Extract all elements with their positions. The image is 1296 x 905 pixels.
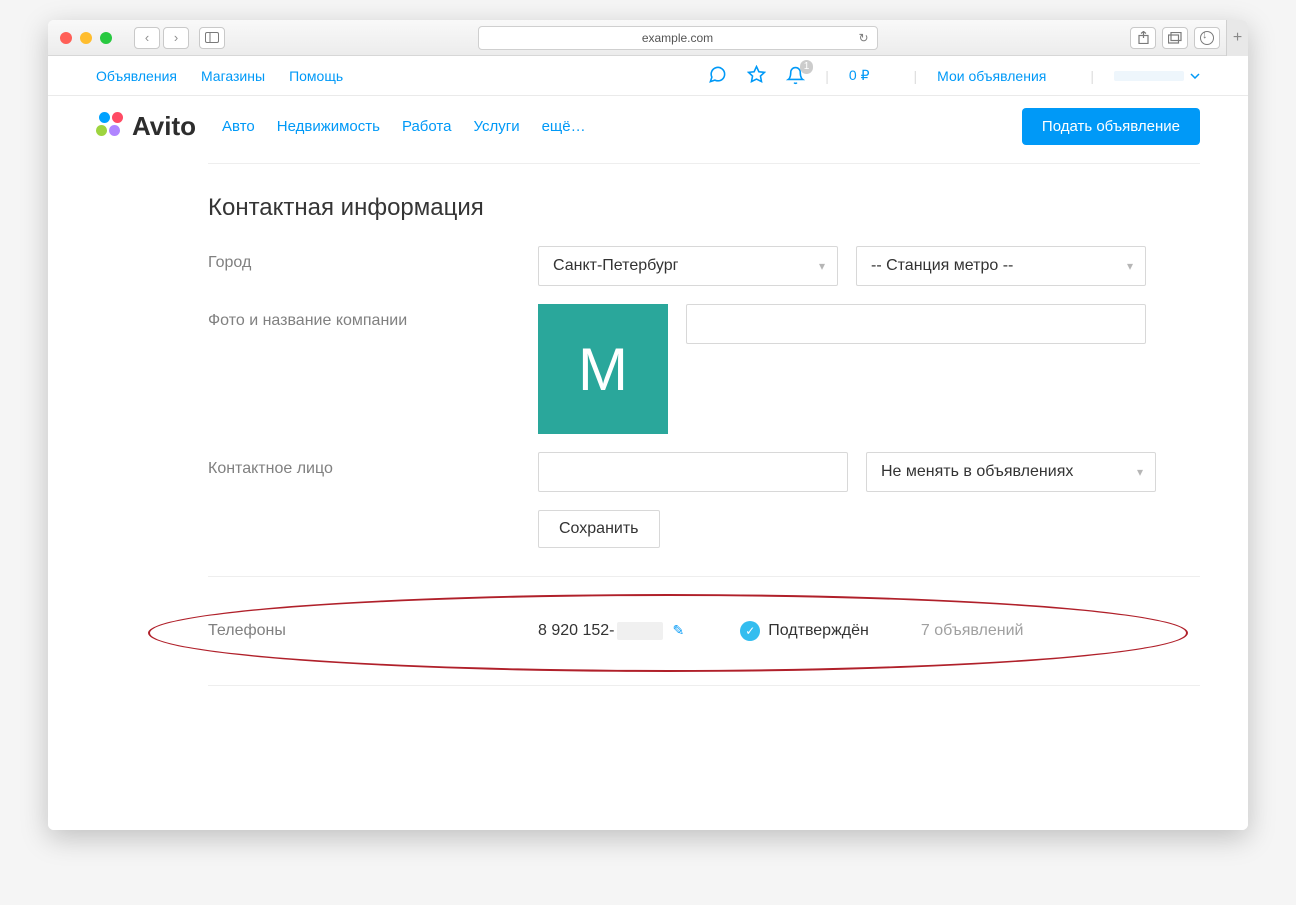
main-nav-jobs[interactable]: Работа [402, 118, 452, 135]
messages-icon[interactable] [708, 65, 727, 87]
window-close-button[interactable] [60, 32, 72, 44]
browser-titlebar: ‹ › example.com ↻ + [48, 20, 1248, 56]
url-field[interactable]: example.com ↻ [478, 26, 878, 50]
chevron-down-icon: ▾ [819, 259, 825, 273]
notifications-icon[interactable]: 1 [786, 66, 805, 85]
window-minimize-button[interactable] [80, 32, 92, 44]
save-button[interactable]: Сохранить [538, 510, 660, 548]
contact-mode-value: Не менять в объявлениях [881, 463, 1073, 481]
company-label: Фото и название компании [208, 304, 538, 330]
phone-masked-part [617, 622, 663, 640]
edit-phone-icon[interactable]: ✎ [673, 622, 685, 639]
my-ads-link[interactable]: Мои объявления [937, 68, 1046, 84]
chevron-down-icon [1190, 73, 1200, 79]
city-value: Санкт-Петербург [553, 257, 678, 275]
window-maximize-button[interactable] [100, 32, 112, 44]
chevron-down-icon: ▾ [1127, 259, 1133, 273]
logo-text: Avito [132, 111, 196, 142]
tabs-button[interactable] [1162, 27, 1188, 49]
post-ad-button[interactable]: Подать объявление [1022, 108, 1200, 145]
phone-ads-count: 7 объявлений [921, 622, 1024, 640]
company-avatar[interactable]: М [538, 304, 668, 434]
phones-label: Телефоны [208, 622, 538, 640]
confirmed-text: Подтверждён [768, 622, 869, 640]
city-label: Город [208, 246, 538, 272]
contact-label: Контактное лицо [208, 452, 538, 478]
main-nav-auto[interactable]: Авто [222, 118, 255, 135]
new-tab-button[interactable]: + [1226, 20, 1248, 56]
balance-link[interactable]: 0 ₽ [849, 67, 870, 84]
metro-select[interactable]: -- Станция метро -- ▾ [856, 246, 1146, 286]
site-logo[interactable]: Avito [96, 111, 196, 142]
logo-dots-icon [96, 112, 126, 142]
main-nav-more[interactable]: ещё… [542, 118, 586, 135]
reload-icon[interactable]: ↻ [858, 31, 868, 45]
contact-name-input[interactable] [538, 452, 848, 492]
favorites-icon[interactable] [747, 65, 766, 87]
back-button[interactable]: ‹ [134, 27, 160, 49]
section-title: Контактная информация [208, 194, 1248, 222]
verified-check-icon: ✓ [740, 621, 760, 641]
site-topbar: Объявления Магазины Помощь 1 | 0 ₽ | Мои… [48, 56, 1248, 96]
forward-button[interactable]: › [163, 27, 189, 49]
chevron-down-icon: ▾ [1137, 465, 1143, 479]
main-nav-realty[interactable]: Недвижимость [277, 118, 380, 135]
metro-placeholder: -- Станция метро -- [871, 257, 1013, 275]
downloads-button[interactable] [1194, 27, 1220, 49]
main-nav-services[interactable]: Услуги [473, 118, 519, 135]
user-menu-dropdown[interactable] [1114, 71, 1200, 81]
topnav-link-shops[interactable]: Магазины [201, 68, 265, 84]
url-text: example.com [642, 31, 713, 45]
city-select[interactable]: Санкт-Петербург ▾ [538, 246, 838, 286]
sidebar-toggle-button[interactable] [199, 27, 225, 49]
topnav-link-help[interactable]: Помощь [289, 68, 343, 84]
topnav-link-ads[interactable]: Объявления [96, 68, 177, 84]
company-name-input[interactable] [686, 304, 1146, 344]
phone-number: 8 920 152- [538, 622, 663, 640]
contact-mode-select[interactable]: Не менять в объявлениях ▾ [866, 452, 1156, 492]
notification-badge: 1 [800, 60, 814, 74]
share-button[interactable] [1130, 27, 1156, 49]
